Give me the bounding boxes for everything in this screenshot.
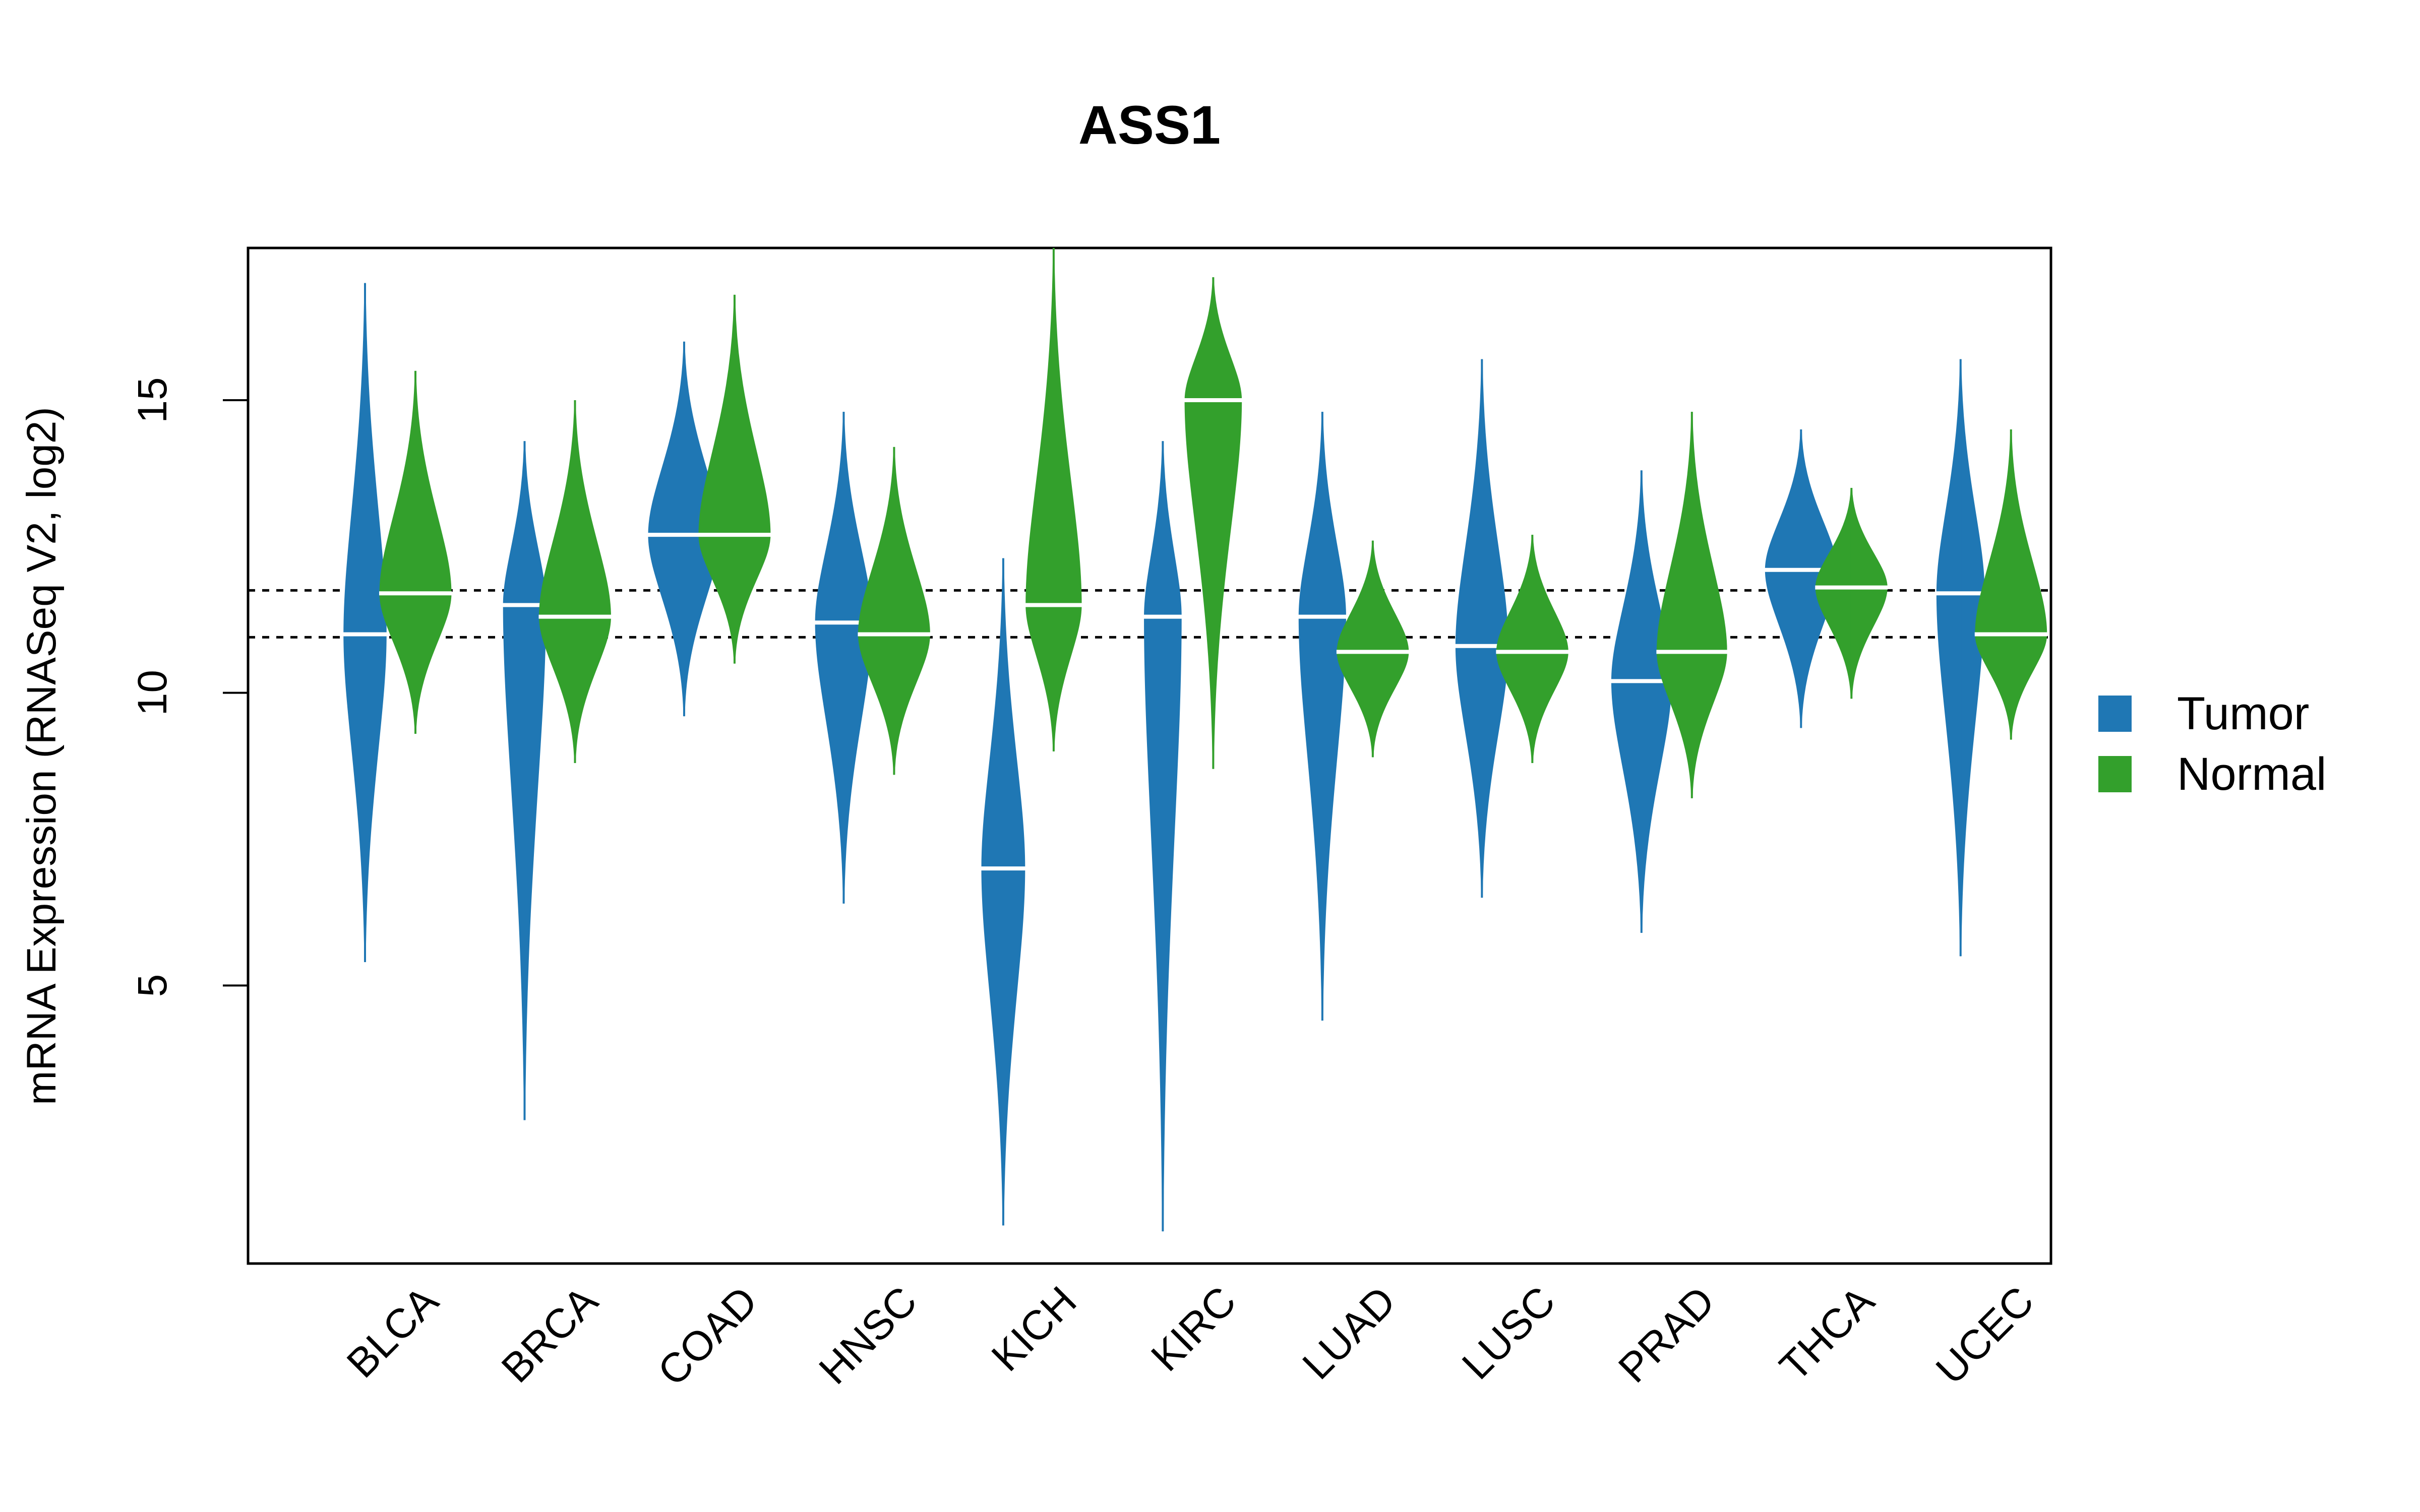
x-tick-label: PRAD — [1610, 1278, 1723, 1391]
x-tick-label: BLCA — [338, 1278, 447, 1387]
legend-label-normal: Normal — [2177, 748, 2326, 800]
y-axis-label: mRNA Expression (RNASeq V2, log2) — [19, 407, 65, 1105]
legend-label-tumor: Tumor — [2177, 688, 2309, 739]
violins — [343, 247, 2047, 1232]
x-tick-label: UCEC — [1927, 1278, 2043, 1393]
x-axis: BLCA BRCA COAD HNSC KICH KIRC LUAD LUSC PRAD THCA… — [338, 1278, 2043, 1395]
x-tick-label: THCA — [1771, 1278, 1883, 1390]
x-tick-label: BRCA — [493, 1278, 607, 1392]
y-axis: 5 10 15 — [130, 377, 248, 997]
chart-title: ASS1 — [1078, 94, 1221, 155]
y-tick-label: 5 — [130, 974, 175, 997]
x-tick-label: LUSC — [1454, 1278, 1564, 1388]
y-tick-label: 10 — [130, 670, 175, 716]
x-tick-label: KICH — [983, 1278, 1085, 1380]
violin-chart: ASS1 mRNA Expression (RNASeq V2, log2) 5… — [19, 94, 2326, 1395]
legend: Tumor Normal — [2098, 688, 2326, 800]
x-tick-label: HNSC — [811, 1278, 926, 1393]
y-tick-label: 15 — [130, 377, 175, 423]
legend-swatch-tumor — [2098, 696, 2132, 732]
x-tick-label: KIRC — [1142, 1278, 1245, 1380]
legend-swatch-normal — [2098, 756, 2132, 792]
x-tick-label: COAD — [649, 1278, 766, 1395]
x-tick-label: LUAD — [1294, 1278, 1405, 1388]
